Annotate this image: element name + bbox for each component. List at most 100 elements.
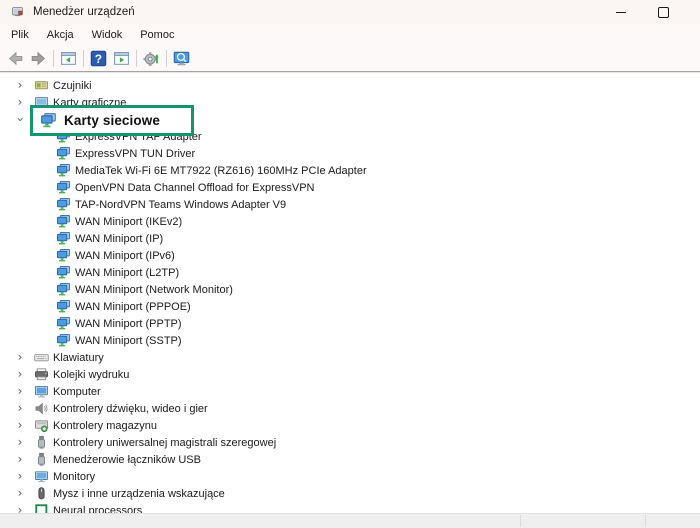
- toolbar-separator: [53, 50, 54, 67]
- tree-item-label: WAN Miniport (SSTP): [75, 334, 182, 347]
- chevron-collapsed-icon[interactable]: ›: [14, 366, 26, 383]
- tree-item-kolejki-wydruku[interactable]: › Kolejki wydruku: [0, 366, 700, 383]
- show-console-tree-button[interactable]: [57, 48, 80, 69]
- forward-button[interactable]: [27, 48, 50, 69]
- network-adapter-icon: [56, 333, 71, 348]
- tree-item-mediatek-wi-fi-6e-mt7922-rz616-160mhz-pcie-adapter[interactable]: MediaTek Wi-Fi 6E MT7922 (RZ616) 160MHz …: [0, 162, 700, 179]
- scan-hardware-changes-button[interactable]: [170, 48, 193, 69]
- computer-icon: [34, 384, 49, 399]
- tree-item-label: Kontrolery uniwersalnej magistrali szere…: [53, 436, 276, 449]
- minimize-button[interactable]: [600, 0, 642, 24]
- chevron-collapsed-icon[interactable]: ›: [14, 502, 26, 513]
- chevron-collapsed-icon[interactable]: ›: [14, 77, 26, 94]
- menu-item-akcja[interactable]: Akcja: [38, 26, 83, 44]
- update-driver-button[interactable]: [140, 48, 163, 69]
- tree-item-wan-miniport-pppoe[interactable]: WAN Miniport (PPPOE): [0, 298, 700, 315]
- menu-item-plik[interactable]: Plik: [2, 26, 38, 44]
- tree-item-label: WAN Miniport (PPPOE): [75, 300, 191, 313]
- properties-button[interactable]: [110, 48, 133, 69]
- help-button[interactable]: [87, 48, 110, 69]
- bottom-bar-divider: [520, 515, 521, 527]
- tree-item-kontrolery-uniwersalnej-magistrali-szeregowej[interactable]: › Kontrolery uniwersalnej magistrali szer…: [0, 434, 700, 451]
- tree-item-label: Mysz i inne urządzenia wskazujące: [53, 487, 225, 500]
- chevron-collapsed-icon[interactable]: ›: [14, 451, 26, 468]
- network-adapter-icon: [56, 163, 71, 178]
- tree-item-mysz-i-inne-urządzenia-wskazujące[interactable]: › Mysz i inne urządzenia wskazujące: [0, 485, 700, 502]
- network-adapter-icon: [56, 299, 71, 314]
- tree-item-klawiatury[interactable]: › Klawiatury: [0, 349, 700, 366]
- network-adapter-icon: [56, 316, 71, 331]
- tree-item-label: Kolejki wydruku: [53, 368, 129, 381]
- network-adapter-icon: [40, 112, 57, 129]
- chevron-collapsed-icon[interactable]: ›: [14, 383, 26, 400]
- storage-icon: [34, 418, 49, 433]
- tree-item-kontrolery-dźwięku-wideo-i-gier[interactable]: › Kontrolery dźwięku, wideo i gier: [0, 400, 700, 417]
- tree-item-wan-miniport-l2tp[interactable]: WAN Miniport (L2TP): [0, 264, 700, 281]
- tree-item-wan-miniport-ikev2[interactable]: WAN Miniport (IKEv2): [0, 213, 700, 230]
- toolbar-separator: [166, 50, 167, 67]
- tree-item-wan-miniport-pptp[interactable]: WAN Miniport (PPTP): [0, 315, 700, 332]
- tree-item-wan-miniport-network-monitor[interactable]: WAN Miniport (Network Monitor): [0, 281, 700, 298]
- chevron-collapsed-icon[interactable]: ›: [14, 349, 26, 366]
- chevron-collapsed-icon[interactable]: ›: [14, 417, 26, 434]
- back-arrow-icon: [7, 50, 24, 67]
- tree-item-label: TAP-NordVPN Teams Windows Adapter V9: [75, 198, 286, 211]
- tree-item-label: Neural processors: [53, 504, 142, 513]
- console-tree-icon: [60, 50, 77, 67]
- usb-icon: [34, 452, 49, 467]
- tree-item-label: WAN Miniport (IPv6): [75, 249, 175, 262]
- network-adapter-icon: [56, 282, 71, 297]
- annotation-highlight-box: Karty sieciowe: [30, 105, 194, 136]
- tree-item-openvpn-data-channel-offload-for-expressvpn[interactable]: OpenVPN Data Channel Offload for Express…: [0, 179, 700, 196]
- tree-item-neural-processors[interactable]: › Neural processors: [0, 502, 700, 513]
- menu-item-pomoc[interactable]: Pomoc: [131, 26, 183, 44]
- tree-item-kontrolery-magazynu[interactable]: › Kontrolery magazynu: [0, 417, 700, 434]
- chevron-collapsed-icon[interactable]: ›: [14, 434, 26, 451]
- tree-item-label: Kontrolery magazynu: [53, 419, 157, 432]
- tree-item-label: WAN Miniport (IKEv2): [75, 215, 182, 228]
- tree-item-monitory[interactable]: › Monitory: [0, 468, 700, 485]
- sensor-icon: [34, 78, 49, 93]
- bottom-bar: [0, 513, 700, 528]
- window-title: Menedżer urządzeń: [33, 6, 135, 18]
- chevron-collapsed-icon[interactable]: ›: [14, 485, 26, 502]
- maximize-icon: [658, 7, 669, 18]
- tree-item-label: Klawiatury: [53, 351, 104, 364]
- tree-item-label: Czujniki: [53, 79, 92, 92]
- tree-item-expressvpn-tun-driver[interactable]: ExpressVPN TUN Driver: [0, 145, 700, 162]
- forward-arrow-icon: [30, 50, 47, 67]
- tree-item-wan-miniport-ip[interactable]: WAN Miniport (IP): [0, 230, 700, 247]
- toolbar-separator: [136, 50, 137, 67]
- tree-item-menedżerowie-łączników-usb[interactable]: › Menedżerowie łączników USB: [0, 451, 700, 468]
- menu-item-widok[interactable]: Widok: [83, 26, 132, 44]
- tree-item-label: ExpressVPN TUN Driver: [75, 147, 195, 160]
- tree-item-tap-nordvpn-teams-windows-adapter-v9[interactable]: TAP-NordVPN Teams Windows Adapter V9: [0, 196, 700, 213]
- network-adapter-icon: [56, 180, 71, 195]
- tree-item-label: WAN Miniport (Network Monitor): [75, 283, 233, 296]
- toolbar: [0, 46, 700, 72]
- mouse-icon: [34, 486, 49, 501]
- minimize-icon: [616, 12, 626, 13]
- network-adapter-icon: [56, 248, 71, 263]
- tree-item-wan-miniport-ipv6[interactable]: WAN Miniport (IPv6): [0, 247, 700, 264]
- tree-item-label: Menedżerowie łączników USB: [53, 453, 201, 466]
- maximize-button[interactable]: [642, 0, 684, 24]
- tree-item-label: Monitory: [53, 470, 95, 483]
- chevron-collapsed-icon[interactable]: ›: [14, 468, 26, 485]
- back-button[interactable]: [4, 48, 27, 69]
- monitor-icon: [34, 469, 49, 484]
- tree-item-label: Kontrolery dźwięku, wideo i gier: [53, 402, 208, 415]
- chevron-collapsed-icon[interactable]: ›: [14, 400, 26, 417]
- properties-icon: [113, 50, 130, 67]
- tree-item-komputer[interactable]: ›Komputer: [0, 383, 700, 400]
- network-adapter-icon: [56, 214, 71, 229]
- network-adapter-icon: [56, 231, 71, 246]
- title-bar: Menedżer urządzeń: [0, 0, 700, 24]
- tree-item-wan-miniport-sstp[interactable]: WAN Miniport (SSTP): [0, 332, 700, 349]
- chevron-expanded-icon[interactable]: ›: [12, 114, 29, 126]
- caption-buttons: [600, 0, 684, 24]
- tree-item-czujniki[interactable]: › Czujniki: [0, 77, 700, 94]
- chevron-collapsed-icon[interactable]: ›: [14, 94, 26, 111]
- tree-item-label: WAN Miniport (L2TP): [75, 266, 179, 279]
- neural-icon: [34, 503, 49, 513]
